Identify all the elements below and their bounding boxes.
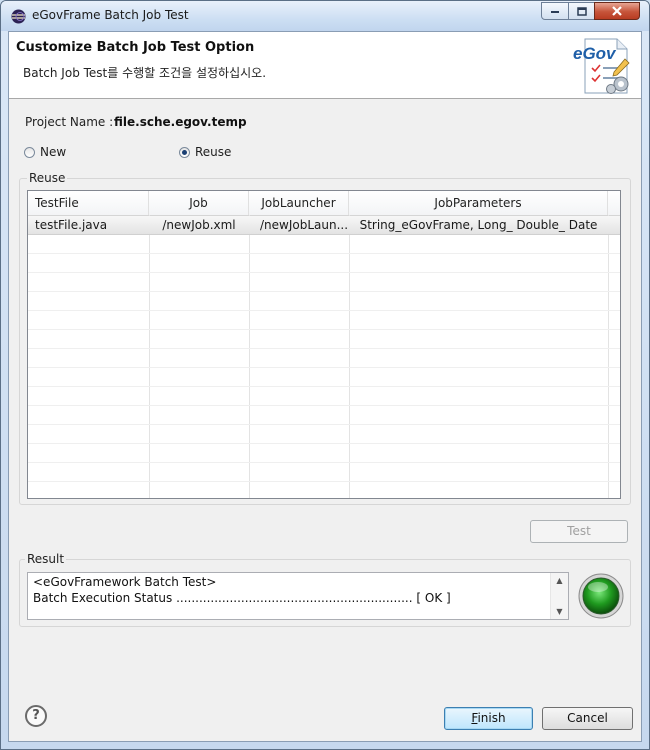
dialog-window: eGovFrame Batch Job Test Customize Batch… (0, 0, 650, 750)
result-scrollbar[interactable]: ▲ ▼ (550, 573, 568, 619)
reuse-radio-label: Reuse (195, 145, 232, 159)
finish-label-rest: inish (477, 711, 506, 725)
new-radio-label: New (40, 145, 67, 159)
cell-jobparameters: String_eGovFrame, Long_ Double_ Date (359, 218, 598, 232)
wizard-header: Customize Batch Job Test Option Batch Jo… (9, 32, 641, 99)
column-header-jobparameters[interactable]: JobParameters (349, 191, 608, 215)
maximize-button[interactable] (568, 2, 595, 20)
table-row (28, 444, 620, 463)
header-title: Customize Batch Job Test Option (16, 40, 255, 55)
table-row (28, 292, 620, 311)
cell-job: /newJob.xml (162, 218, 236, 232)
table-row (28, 387, 620, 406)
scroll-down-icon[interactable]: ▼ (551, 604, 568, 619)
cell-testfile: testFile.java (35, 218, 108, 232)
table-row (28, 311, 620, 330)
logo-text: eGov (573, 44, 617, 63)
result-group-label: Result (25, 552, 67, 566)
table-body: testFile.java /newJob.xml /newJobLaun...… (28, 216, 620, 498)
maximize-icon (576, 6, 587, 16)
project-name-value: file.sche.egov.temp (114, 115, 247, 129)
table-row (28, 330, 620, 349)
result-line: <eGovFramework Batch Test> (33, 575, 217, 589)
table-row (28, 273, 620, 292)
result-output[interactable]: <eGovFramework Batch Test> Batch Executi… (27, 572, 569, 620)
finish-button[interactable]: Finish (444, 707, 533, 730)
radio-indicator-reuse (179, 146, 190, 158)
test-button[interactable]: Test (530, 520, 628, 543)
column-header-joblauncher[interactable]: JobLauncher (249, 191, 349, 215)
new-radio[interactable]: New (24, 145, 66, 159)
minimize-icon (551, 11, 559, 13)
scroll-up-icon[interactable]: ▲ (551, 573, 568, 588)
help-icon[interactable]: ? (25, 705, 47, 727)
table-row (28, 406, 620, 425)
header-description: Batch Job Test를 수행할 조건을 설정하십시오. (23, 66, 267, 80)
cancel-button[interactable]: Cancel (542, 707, 633, 730)
table-row (28, 463, 620, 482)
table-row (28, 349, 620, 368)
status-light-icon (578, 573, 624, 619)
minimize-button[interactable] (541, 2, 569, 20)
project-name-label: Project Name : (25, 115, 114, 129)
radio-indicator-new (24, 146, 35, 158)
close-icon (612, 6, 622, 16)
table-row (28, 425, 620, 444)
result-line: Batch Execution Status .................… (33, 591, 451, 605)
table-row (28, 254, 620, 273)
column-header-testfile[interactable]: TestFile (28, 191, 149, 215)
window-title: eGovFrame Batch Job Test (32, 8, 189, 22)
table-row[interactable]: testFile.java /newJob.xml /newJobLaun...… (28, 216, 620, 235)
table-row (28, 482, 620, 498)
eclipse-icon (11, 9, 26, 24)
column-header-job[interactable]: Job (149, 191, 249, 215)
title-bar[interactable]: eGovFrame Batch Job Test (1, 1, 649, 31)
table-header: TestFile Job JobLauncher JobParameters (28, 191, 620, 216)
cell-joblauncher: /newJobLaun... (260, 218, 348, 232)
dialog-body: Customize Batch Job Test Option Batch Jo… (8, 31, 642, 742)
reuse-table[interactable]: TestFile Job JobLauncher JobParameters t… (27, 190, 621, 499)
close-button[interactable] (594, 2, 640, 20)
table-row (28, 235, 620, 254)
table-row (28, 368, 620, 387)
egov-logo: eGov (573, 38, 630, 94)
reuse-radio[interactable]: Reuse (179, 145, 231, 159)
reuse-group-label: Reuse (27, 171, 68, 185)
